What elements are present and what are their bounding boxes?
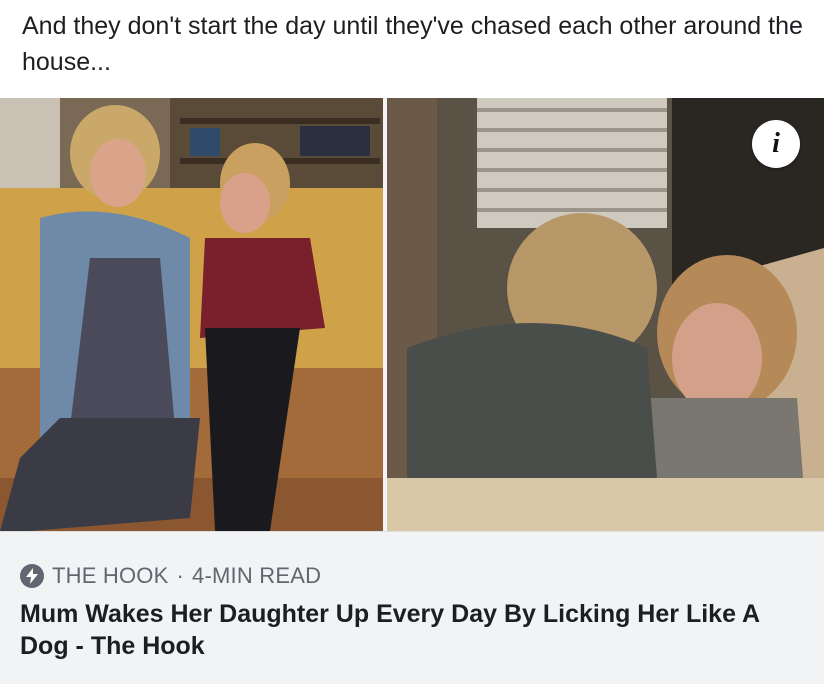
read-time: 4-MIN READ: [192, 563, 322, 588]
separator-dot: ·: [176, 563, 185, 588]
post-text: And they don't start the day until they'…: [22, 12, 803, 76]
photo-mother-daughter-hug[interactable]: [387, 98, 824, 531]
source-name: THE HOOK: [52, 563, 169, 588]
info-icon: i: [772, 128, 780, 159]
source-row: THE HOOK · 4-MIN READ: [20, 563, 321, 589]
article-headline[interactable]: Mum Wakes Her Daughter Up Every Day By L…: [20, 598, 800, 662]
link-preview-card[interactable]: THE HOOK · 4-MIN READ Mum Wakes Her Daug…: [0, 531, 824, 684]
info-button[interactable]: i: [752, 120, 800, 168]
post-media[interactable]: i: [0, 98, 824, 531]
photo-mother-daughter-on-sofa[interactable]: [0, 98, 383, 531]
lightning-bolt-icon: [20, 564, 44, 588]
